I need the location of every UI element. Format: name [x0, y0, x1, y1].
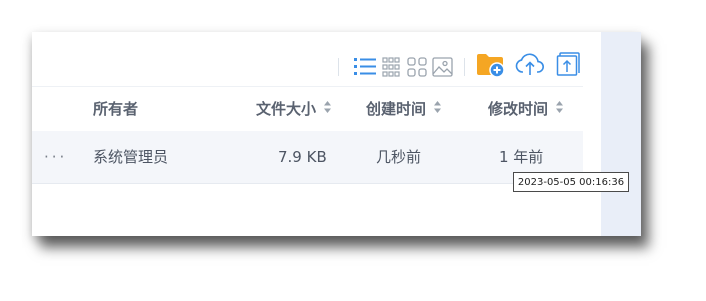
grid-large-view-icon[interactable] [407, 57, 427, 81]
file-list-panel: 所有者 文件大小 创建时间 修改时间 ··· 系统管理员 7.9 KB 几秒前 … [32, 32, 641, 236]
size-cell: 7.9 KB [278, 148, 327, 166]
column-header-size[interactable]: 文件大小 [256, 87, 332, 132]
column-header-label: 创建时间 [366, 100, 427, 118]
column-header-label: 文件大小 [256, 100, 317, 118]
column-header-owner: 所有者 [93, 87, 138, 132]
column-header-label: 所有者 [93, 100, 139, 118]
sort-icon[interactable] [433, 87, 442, 132]
modified-time-tooltip: 2023-05-05 00:16:36 [513, 172, 629, 192]
column-header-label: 修改时间 [488, 100, 549, 118]
toolbar-separator [338, 58, 339, 76]
sort-icon[interactable] [555, 87, 564, 132]
upload-file-icon[interactable] [556, 51, 582, 81]
column-header-modified[interactable]: 修改时间 [488, 87, 564, 132]
table-header: 所有者 文件大小 创建时间 修改时间 [32, 86, 583, 132]
toolbar [32, 32, 601, 86]
upload-icon[interactable] [515, 53, 545, 81]
grid-small-view-icon[interactable] [382, 57, 400, 81]
owner-cell: 系统管理员 [93, 148, 169, 166]
table-row[interactable]: ··· 系统管理员 7.9 KB 几秒前 1 年前 [32, 131, 583, 184]
list-view-icon[interactable] [354, 57, 376, 81]
new-folder-icon[interactable] [476, 52, 506, 82]
right-side-panel [601, 32, 641, 236]
created-cell: 几秒前 [376, 148, 422, 166]
more-actions-icon[interactable]: ··· [44, 131, 67, 183]
toolbar-separator [464, 58, 465, 76]
sort-icon[interactable] [323, 87, 332, 132]
column-header-created[interactable]: 创建时间 [366, 87, 442, 132]
image-view-icon[interactable] [432, 57, 453, 81]
